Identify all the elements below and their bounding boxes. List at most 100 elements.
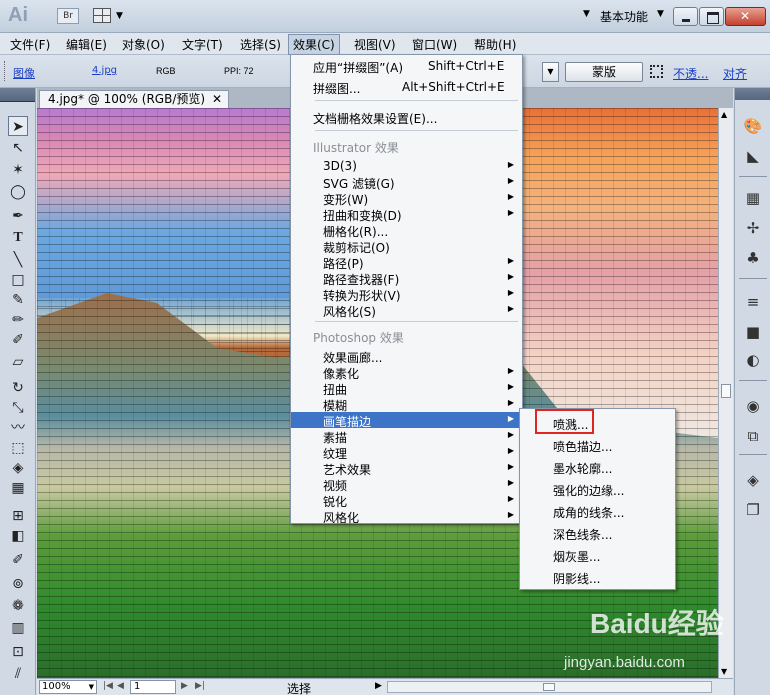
transform-icon[interactable] — [650, 65, 663, 78]
zoom-select[interactable]: 100% ▼ — [39, 680, 97, 694]
menu-5[interactable]: 效果(C) — [288, 34, 340, 55]
previous-artboard-icon[interactable]: ◀ — [117, 681, 124, 691]
minimize-button[interactable] — [673, 7, 698, 26]
file-link[interactable]: 4.jpg — [92, 65, 117, 76]
close-icon[interactable]: ✕ — [212, 91, 222, 108]
submenu-item[interactable]: 强化的边缘... — [520, 481, 675, 498]
column-graph-tool-icon[interactable]: ▥ — [8, 618, 28, 638]
submenu-item[interactable]: 阴影线... — [520, 569, 675, 586]
gradient-icon[interactable]: ■ — [743, 322, 763, 342]
opacity-link[interactable]: 不透... — [673, 65, 708, 82]
menu-0[interactable]: 文件(F) — [10, 36, 50, 53]
submenu-item[interactable]: 墨水轮廓... — [520, 459, 675, 476]
menu-item-photoshop-effect[interactable]: 风格化 ▶ — [291, 508, 522, 525]
warp-tool-icon[interactable]: 〰 — [8, 418, 28, 438]
menu-item-photoshop-effect[interactable]: 锐化 ▶ — [291, 492, 522, 509]
rectangle-tool-icon[interactable]: □ — [8, 270, 28, 290]
blend-tool-icon[interactable]: ⊚ — [8, 574, 28, 594]
panel-grip[interactable] — [4, 61, 7, 81]
perspective-grid-tool-icon[interactable]: ▦ — [8, 478, 28, 498]
pencil-tool-icon[interactable]: ✏ — [8, 310, 28, 330]
menu-3[interactable]: 文字(T) — [182, 36, 223, 53]
color-guide-icon[interactable]: ◣ — [743, 146, 763, 166]
menu-6[interactable]: 视图(V) — [354, 36, 396, 53]
menu-item-photoshop-effect[interactable]: 纹理 ▶ — [291, 444, 522, 461]
menu-item-illustrator-effect[interactable]: 裁剪标记(O) — [291, 238, 522, 255]
mesh-tool-icon[interactable]: ⊞ — [8, 506, 28, 526]
menu-item-photoshop-effect[interactable]: 画笔描边 ▶ — [291, 412, 522, 429]
status-menu-icon[interactable]: ▶ — [375, 681, 382, 691]
paintbrush-tool-icon[interactable]: ✎ — [8, 290, 28, 310]
vertical-scrollbar[interactable]: ▲ ▼ — [718, 108, 733, 678]
gradient-tool-icon[interactable]: ◧ — [8, 526, 28, 546]
last-artboard-icon[interactable]: ▶| — [195, 681, 205, 691]
layers-icon[interactable]: ◈ — [743, 470, 763, 490]
menu-item-photoshop-effect[interactable]: 模糊 ▶ — [291, 396, 522, 413]
blob-brush-tool-icon[interactable]: ✐ — [8, 330, 28, 350]
menu-item-photoshop-effect[interactable]: 效果画廊... — [291, 348, 522, 365]
arrange-documents-button[interactable]: ▼ — [93, 8, 125, 24]
menu-item-photoshop-effect[interactable]: 艺术效果 ▶ — [291, 460, 522, 477]
menu-item-apply-last-effect[interactable]: 应用“拼缀图”(A) Shift+Ctrl+E — [291, 58, 522, 75]
workspace-menu-icon[interactable]: ▼ — [583, 9, 590, 19]
free-transform-tool-icon[interactable]: ⬚ — [8, 438, 28, 458]
direct-selection-tool-icon[interactable]: ↖ — [8, 138, 28, 158]
graphic-styles-icon[interactable]: ⧉ — [743, 426, 763, 446]
appearance-icon[interactable]: ◉ — [743, 396, 763, 416]
menu-item-illustrator-effect[interactable]: 风格化(S) ▶ — [291, 302, 522, 319]
selection-tool-icon[interactable]: ➤ — [8, 116, 28, 136]
menu-item-photoshop-effect[interactable]: 视频 ▶ — [291, 476, 522, 493]
submenu-item[interactable]: 喷色描边... — [520, 437, 675, 454]
transparency-icon[interactable]: ◐ — [743, 350, 763, 370]
type-tool-icon[interactable]: T — [8, 228, 28, 248]
menu-item-illustrator-effect[interactable]: 路径(P) ▶ — [291, 254, 522, 271]
menu-item-illustrator-effect[interactable]: 转换为形状(V) ▶ — [291, 286, 522, 303]
menu-item-illustrator-effect[interactable]: 路径查找器(F) ▶ — [291, 270, 522, 287]
panel-header[interactable] — [735, 88, 770, 100]
menu-item-illustrator-effect[interactable]: 栅格化(R)... — [291, 222, 522, 239]
submenu-item[interactable]: 成角的线条... — [520, 503, 675, 520]
stroke-icon[interactable]: ≡ — [743, 292, 763, 312]
line-tool-icon[interactable]: ╲ — [8, 250, 28, 270]
magic-wand-tool-icon[interactable]: ✶ — [8, 160, 28, 180]
menu-item-illustrator-effect[interactable]: SVG 滤镜(G) ▶ — [291, 174, 522, 191]
menu-item-photoshop-effect[interactable]: 扭曲 ▶ — [291, 380, 522, 397]
align-link[interactable]: 对齐 — [723, 65, 747, 82]
menu-1[interactable]: 编辑(E) — [66, 36, 107, 53]
brushes-icon[interactable]: ✢ — [743, 218, 763, 238]
scroll-up-icon[interactable]: ▲ — [721, 110, 727, 119]
maximize-button[interactable] — [699, 7, 724, 26]
menu-8[interactable]: 帮助(H) — [474, 36, 516, 53]
scale-tool-icon[interactable]: ⤡ — [8, 398, 28, 418]
scroll-thumb[interactable] — [721, 384, 731, 398]
workspace-switcher[interactable]: 基本功能 — [600, 8, 648, 25]
panel-header[interactable] — [0, 88, 35, 102]
menu-item-photoshop-effect[interactable]: 像素化 ▶ — [291, 364, 522, 381]
symbol-sprayer-tool-icon[interactable]: ❁ — [8, 596, 28, 616]
menu-7[interactable]: 窗口(W) — [412, 36, 457, 53]
swatches-icon[interactable]: ▦ — [743, 188, 763, 208]
scroll-thumb[interactable] — [543, 683, 555, 691]
pen-tool-icon[interactable]: ✒ — [8, 206, 28, 226]
bridge-button[interactable]: Br — [57, 8, 79, 24]
eraser-tool-icon[interactable]: ▱ — [8, 352, 28, 372]
dropdown-arrow-icon[interactable]: ▼ — [542, 62, 559, 82]
menu-item-raster-settings[interactable]: 文档栅格效果设置(E)... — [291, 109, 522, 126]
document-tab[interactable]: 4.jpg* @ 100% (RGB/预览) ✕ — [39, 90, 229, 108]
menu-item-illustrator-effect[interactable]: 3D(3) ▶ — [291, 158, 522, 174]
close-button[interactable] — [725, 7, 766, 26]
rotate-tool-icon[interactable]: ↻ — [8, 378, 28, 398]
artboards-icon[interactable]: ❐ — [743, 500, 763, 520]
menu-item-illustrator-effect[interactable]: 变形(W) ▶ — [291, 190, 522, 207]
menu-4[interactable]: 选择(S) — [240, 36, 281, 53]
mask-button[interactable]: 蒙版 — [565, 62, 643, 82]
chevron-down-icon[interactable]: ▼ — [657, 9, 664, 19]
next-artboard-icon[interactable]: ▶ — [181, 681, 188, 691]
eyedropper-tool-icon[interactable]: ✐ — [8, 550, 28, 570]
slice-tool-icon[interactable]: ⫽ — [8, 664, 28, 684]
first-artboard-icon[interactable]: |◀ — [103, 681, 113, 691]
menu-item-last-effect[interactable]: 拼缀图... Alt+Shift+Ctrl+E — [291, 79, 522, 96]
artboard-tool-icon[interactable]: ⊡ — [8, 642, 28, 662]
menu-item-illustrator-effect[interactable]: 扭曲和变换(D) ▶ — [291, 206, 522, 223]
status-text[interactable]: 选择 — [287, 680, 311, 695]
